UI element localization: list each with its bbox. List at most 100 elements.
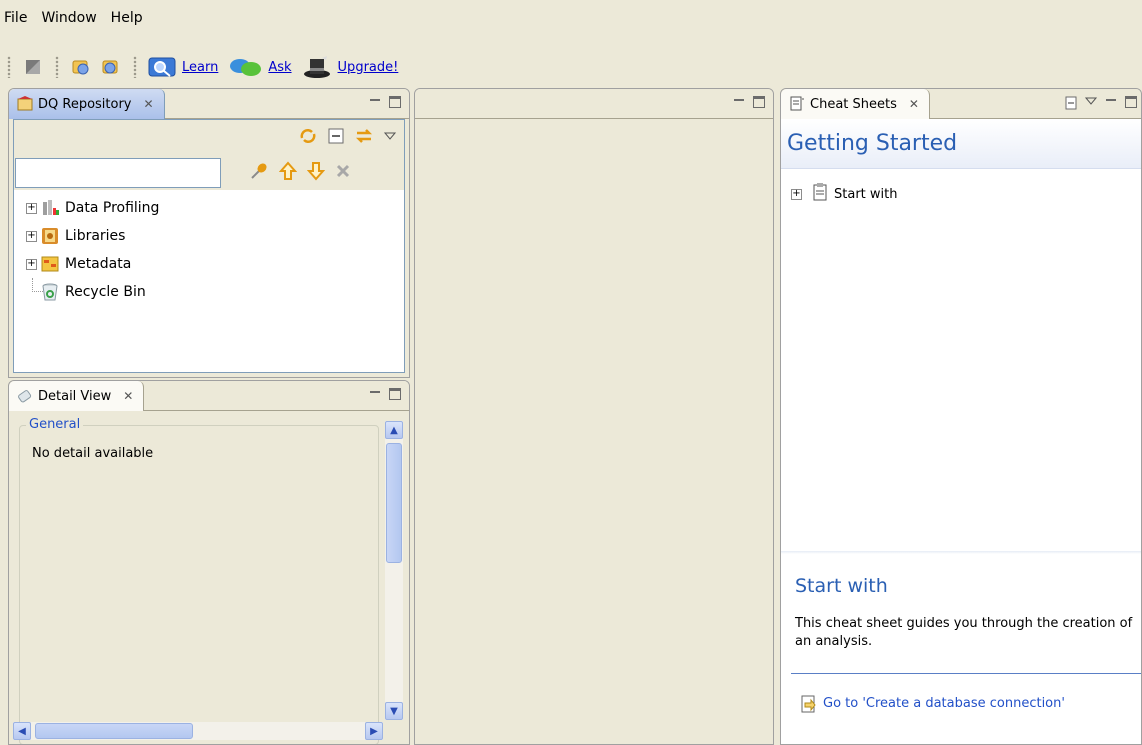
editor-tabbar <box>415 89 773 119</box>
ask-icon[interactable] <box>228 56 262 78</box>
tab-dq-repository[interactable]: DQ Repository ✕ <box>9 89 165 119</box>
detail-view: Detail View ✕ General No detail availabl… <box>8 380 410 745</box>
editor-area <box>414 88 774 745</box>
expand-icon[interactable]: + <box>26 258 37 270</box>
libraries-icon <box>41 227 59 245</box>
tree-label: Metadata <box>65 256 132 272</box>
toolbar-grip[interactable] <box>133 56 137 78</box>
remove-icon[interactable] <box>335 163 351 183</box>
repository-tree: + Data Profiling + Libraries + Metadata <box>14 190 404 306</box>
back-refresh-icon[interactable] <box>70 56 92 78</box>
tab-detail-view-label: Detail View <box>38 388 112 404</box>
maximize-icon[interactable] <box>389 96 401 108</box>
dq-repository-body: + Data Profiling + Libraries + Metadata <box>13 119 405 373</box>
close-icon[interactable]: ✕ <box>909 97 919 111</box>
section-divider <box>791 673 1141 674</box>
horizontal-scrollbar[interactable]: ◀ ▶ <box>13 722 383 740</box>
general-group-title: General <box>26 417 84 432</box>
detail-view-tabbar: Detail View ✕ <box>9 381 409 411</box>
upgrade-icon[interactable] <box>302 56 332 78</box>
move-down-icon[interactable] <box>306 161 326 185</box>
toggle-view-icon[interactable] <box>22 56 44 78</box>
filter-row <box>14 156 404 190</box>
scroll-thumb[interactable] <box>35 723 193 739</box>
maximize-icon[interactable] <box>1125 96 1137 108</box>
cheat-sheet-header: Getting Started <box>781 119 1141 169</box>
detail-view-body: General No detail available ▲ ▼ ◀ ▶ <box>13 411 405 744</box>
tree-label: Libraries <box>65 228 126 244</box>
menu-file[interactable]: File <box>4 10 27 26</box>
menu-window[interactable]: Window <box>41 10 96 26</box>
ask-link[interactable]: Ask <box>268 60 291 75</box>
toolbar-grip[interactable] <box>7 56 11 78</box>
maximize-icon[interactable] <box>753 96 765 108</box>
tree-label: Recycle Bin <box>65 284 146 300</box>
section-title: Start with <box>795 575 888 597</box>
pin-icon[interactable] <box>249 161 269 185</box>
dq-repository-tabbar: DQ Repository ✕ <box>9 89 409 119</box>
learn-link[interactable]: Learn <box>182 60 218 75</box>
step-icon <box>812 183 828 205</box>
menu-help[interactable]: Help <box>111 10 143 26</box>
minimize-icon[interactable] <box>1105 96 1117 108</box>
recycle-bin-icon <box>41 283 59 301</box>
scroll-down-icon[interactable]: ▼ <box>385 702 403 720</box>
view-menu-icon[interactable] <box>1084 96 1098 114</box>
filter-input[interactable] <box>15 158 221 188</box>
window-controls <box>369 388 401 400</box>
scroll-left-icon[interactable]: ◀ <box>13 722 31 740</box>
detail-text: No detail available <box>32 446 154 461</box>
scroll-right-icon[interactable]: ▶ <box>365 722 383 740</box>
upgrade-link[interactable]: Upgrade! <box>338 60 399 75</box>
cheat-sheets-icon <box>789 96 805 112</box>
minimize-icon[interactable] <box>733 96 745 108</box>
repository-icon <box>17 96 33 112</box>
link-editor-icon[interactable] <box>354 126 374 150</box>
menubar: File Window Help <box>0 0 1142 36</box>
data-profiling-icon <box>41 199 59 217</box>
cheat-sheets-body: Getting Started + Start with Start with … <box>781 119 1141 744</box>
tree-item-recycle-bin[interactable]: Recycle Bin <box>14 278 404 306</box>
tab-cheat-sheets[interactable]: Cheat Sheets ✕ <box>781 89 930 119</box>
vertical-scrollbar[interactable]: ▲ ▼ <box>385 421 403 720</box>
action-icon <box>799 695 817 719</box>
window-controls <box>1065 96 1137 114</box>
tree-item-data-profiling[interactable]: + Data Profiling <box>14 194 404 222</box>
tree-label: Data Profiling <box>65 200 160 216</box>
toolbar-grip[interactable] <box>55 56 59 78</box>
scroll-up-icon[interactable]: ▲ <box>385 421 403 439</box>
expand-icon[interactable]: + <box>26 230 37 242</box>
forward-refresh-icon[interactable] <box>100 56 122 78</box>
dq-repository-view: DQ Repository ✕ + Data Profiling + Libra… <box>8 88 410 378</box>
collapse-icon[interactable] <box>1065 96 1077 114</box>
action-link[interactable]: Go to 'Create a database connection' <box>823 695 1065 719</box>
scroll-thumb[interactable] <box>386 443 402 563</box>
detail-view-icon <box>17 388 33 404</box>
view-menu-icon[interactable] <box>383 131 397 146</box>
general-group: General No detail available <box>19 417 379 744</box>
sync-icon[interactable] <box>298 126 318 150</box>
maximize-icon[interactable] <box>389 388 401 400</box>
cheat-sheets-tabbar: Cheat Sheets ✕ <box>781 89 1141 119</box>
cheat-sheet-action[interactable]: Go to 'Create a database connection' <box>799 695 1119 719</box>
minimize-icon[interactable] <box>369 388 381 400</box>
filter-tools <box>249 161 351 185</box>
minimize-icon[interactable] <box>369 96 381 108</box>
cheat-sheet-step[interactable]: + Start with <box>791 183 897 205</box>
learn-icon[interactable] <box>148 56 176 78</box>
tab-detail-view[interactable]: Detail View ✕ <box>9 381 145 411</box>
window-controls <box>733 96 765 108</box>
repository-toolbar <box>14 120 404 156</box>
collapse-all-icon[interactable] <box>328 128 344 148</box>
tree-item-metadata[interactable]: + Metadata <box>14 250 404 278</box>
tab-cheat-sheets-label: Cheat Sheets <box>810 96 897 112</box>
close-icon[interactable]: ✕ <box>123 389 133 403</box>
section-description: This cheat sheet guides you through the … <box>795 616 1133 649</box>
tree-connector <box>32 278 43 292</box>
cheat-sheets-view: Cheat Sheets ✕ Getting Started + Start w… <box>780 88 1142 745</box>
tree-item-libraries[interactable]: + Libraries <box>14 222 404 250</box>
move-up-icon[interactable] <box>278 161 298 185</box>
expand-icon[interactable]: + <box>791 188 802 200</box>
close-icon[interactable]: ✕ <box>144 97 154 111</box>
expand-icon[interactable]: + <box>26 202 37 214</box>
